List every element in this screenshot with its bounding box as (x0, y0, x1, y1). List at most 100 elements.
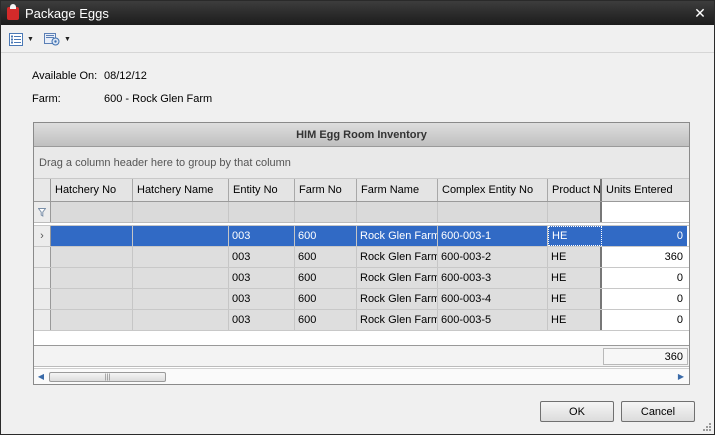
table-cell[interactable]: 600 (295, 268, 357, 288)
table-cell[interactable] (51, 247, 133, 267)
table-cell[interactable]: 600-003-5 (438, 310, 548, 330)
table-cell[interactable]: HE (548, 247, 602, 267)
filter-row (34, 202, 689, 223)
cancel-button[interactable]: Cancel (621, 401, 695, 422)
table-cell[interactable] (51, 310, 133, 330)
table-row[interactable]: 003 600 Rock Glen Farm 600-003-5 HE 0 (34, 310, 689, 331)
table-row[interactable]: 003 600 Rock Glen Farm 600-003-2 HE 360 (34, 247, 689, 268)
filter-cell[interactable] (295, 202, 357, 222)
row-indicator (34, 268, 51, 288)
horizontal-scrollbar[interactable]: ◀ ||| ▶ (34, 368, 689, 384)
filter-cell[interactable] (548, 202, 602, 222)
table-cell[interactable]: Rock Glen Farm (357, 289, 438, 309)
table-cell[interactable] (133, 268, 229, 288)
table-cell[interactable] (133, 289, 229, 309)
column-header[interactable]: Units Entered (602, 179, 687, 201)
table-cell[interactable]: 600 (295, 289, 357, 309)
filter-cell[interactable] (602, 202, 687, 222)
window-title: Package Eggs (25, 5, 109, 21)
grid-title: HIM Egg Room Inventory (34, 123, 689, 147)
units-entered-cell[interactable]: 0 (602, 310, 687, 330)
available-on-value: 08/12/12 (104, 70, 147, 82)
farm-row: Farm: 600 - Rock Glen Farm (32, 93, 212, 105)
chevron-down-icon[interactable]: ▼ (27, 36, 34, 43)
farm-label: Farm: (32, 93, 61, 105)
table-row[interactable]: 003 600 Rock Glen Farm 600-003-3 HE 0 (34, 268, 689, 289)
table-cell[interactable]: 003 (229, 268, 295, 288)
table-cell[interactable] (51, 226, 133, 246)
table-cell[interactable] (51, 268, 133, 288)
row-indicator (34, 289, 51, 309)
units-total: 360 (603, 348, 688, 365)
resize-grip-icon[interactable] (702, 422, 712, 432)
table-cell[interactable]: 003 (229, 289, 295, 309)
table-row[interactable]: 003 600 Rock Glen Farm 600-003-4 HE 0 (34, 289, 689, 310)
table-cell[interactable] (133, 226, 229, 246)
column-header[interactable]: Entity No (229, 179, 295, 201)
available-on-label: Available On: (32, 70, 98, 82)
toolbar: ▼ ▼ (1, 26, 714, 53)
farm-value: 600 - Rock Glen Farm (104, 93, 213, 105)
units-entered-cell[interactable]: 0 (602, 268, 687, 288)
row-indicator-header (34, 179, 51, 201)
refresh-settings-icon (43, 33, 60, 46)
table-cell[interactable]: 003 (229, 247, 295, 267)
table-cell[interactable]: 600-003-1 (438, 226, 548, 246)
units-entered-cell[interactable]: 0 (602, 226, 687, 246)
scroll-left-icon[interactable]: ◀ (37, 372, 45, 381)
table-row[interactable]: › 003 600 Rock Glen Farm 600-003-1 HE 0 (34, 226, 689, 247)
table-cell[interactable]: 600-003-4 (438, 289, 548, 309)
app-icon (7, 3, 19, 20)
column-header-row: Hatchery No Hatchery Name Entity No Farm… (34, 178, 689, 202)
chevron-down-icon[interactable]: ▼ (64, 36, 71, 43)
table-cell[interactable] (133, 310, 229, 330)
table-cell[interactable]: 600 (295, 247, 357, 267)
table-cell[interactable]: 600-003-3 (438, 268, 548, 288)
list-view-icon (9, 32, 23, 46)
column-header[interactable]: Complex Entity No (438, 179, 548, 201)
units-entered-cell[interactable]: 0 (602, 289, 687, 309)
table-cell[interactable]: 003 (229, 226, 295, 246)
close-icon[interactable]: ✕ (690, 3, 710, 23)
column-header[interactable]: Farm No (295, 179, 357, 201)
group-by-panel[interactable]: Drag a column header here to group by th… (34, 147, 689, 178)
units-entered-cell[interactable]: 360 (602, 247, 687, 267)
table-cell[interactable]: 600 (295, 310, 357, 330)
refresh-settings-button[interactable]: ▼ (43, 29, 71, 49)
row-indicator (34, 310, 51, 330)
filter-cell[interactable] (357, 202, 438, 222)
column-header[interactable]: Product N (548, 179, 602, 201)
table-cell[interactable]: HE (548, 310, 602, 330)
scroll-right-icon[interactable]: ▶ (677, 372, 685, 381)
table-cell[interactable]: HE (548, 289, 602, 309)
table-cell[interactable] (51, 289, 133, 309)
table-cell[interactable]: 600 (295, 226, 357, 246)
table-cell[interactable]: Rock Glen Farm (357, 226, 438, 246)
table-cell[interactable]: 600-003-2 (438, 247, 548, 267)
column-header[interactable]: Farm Name (357, 179, 438, 201)
filter-cell[interactable] (229, 202, 295, 222)
list-view-button[interactable]: ▼ (9, 29, 34, 49)
filter-cell[interactable] (51, 202, 133, 222)
summary-row: 360 (34, 345, 689, 367)
filter-icon[interactable] (34, 202, 51, 222)
table-cell[interactable]: Rock Glen Farm (357, 247, 438, 267)
filter-cell[interactable] (438, 202, 548, 222)
row-indicator (34, 247, 51, 267)
available-on-row: Available On: 08/12/12 (32, 70, 147, 82)
filter-cell[interactable] (133, 202, 229, 222)
title-bar: Package Eggs ✕ (1, 1, 714, 25)
inventory-grid: HIM Egg Room Inventory Drag a column hea… (33, 122, 690, 385)
scroll-thumb[interactable]: ||| (49, 372, 166, 382)
column-header[interactable]: Hatchery No (51, 179, 133, 201)
table-cell[interactable]: HE (548, 226, 602, 246)
table-cell[interactable]: Rock Glen Farm (357, 268, 438, 288)
table-cell[interactable]: Rock Glen Farm (357, 310, 438, 330)
table-cell[interactable] (133, 247, 229, 267)
row-indicator-icon: › (34, 226, 51, 246)
table-cell[interactable]: HE (548, 268, 602, 288)
table-cell[interactable]: 003 (229, 310, 295, 330)
ok-button[interactable]: OK (540, 401, 614, 422)
column-header[interactable]: Hatchery Name (133, 179, 229, 201)
package-eggs-dialog: Package Eggs ✕ ▼ ▼ Available On: 08/12/1… (0, 0, 715, 435)
